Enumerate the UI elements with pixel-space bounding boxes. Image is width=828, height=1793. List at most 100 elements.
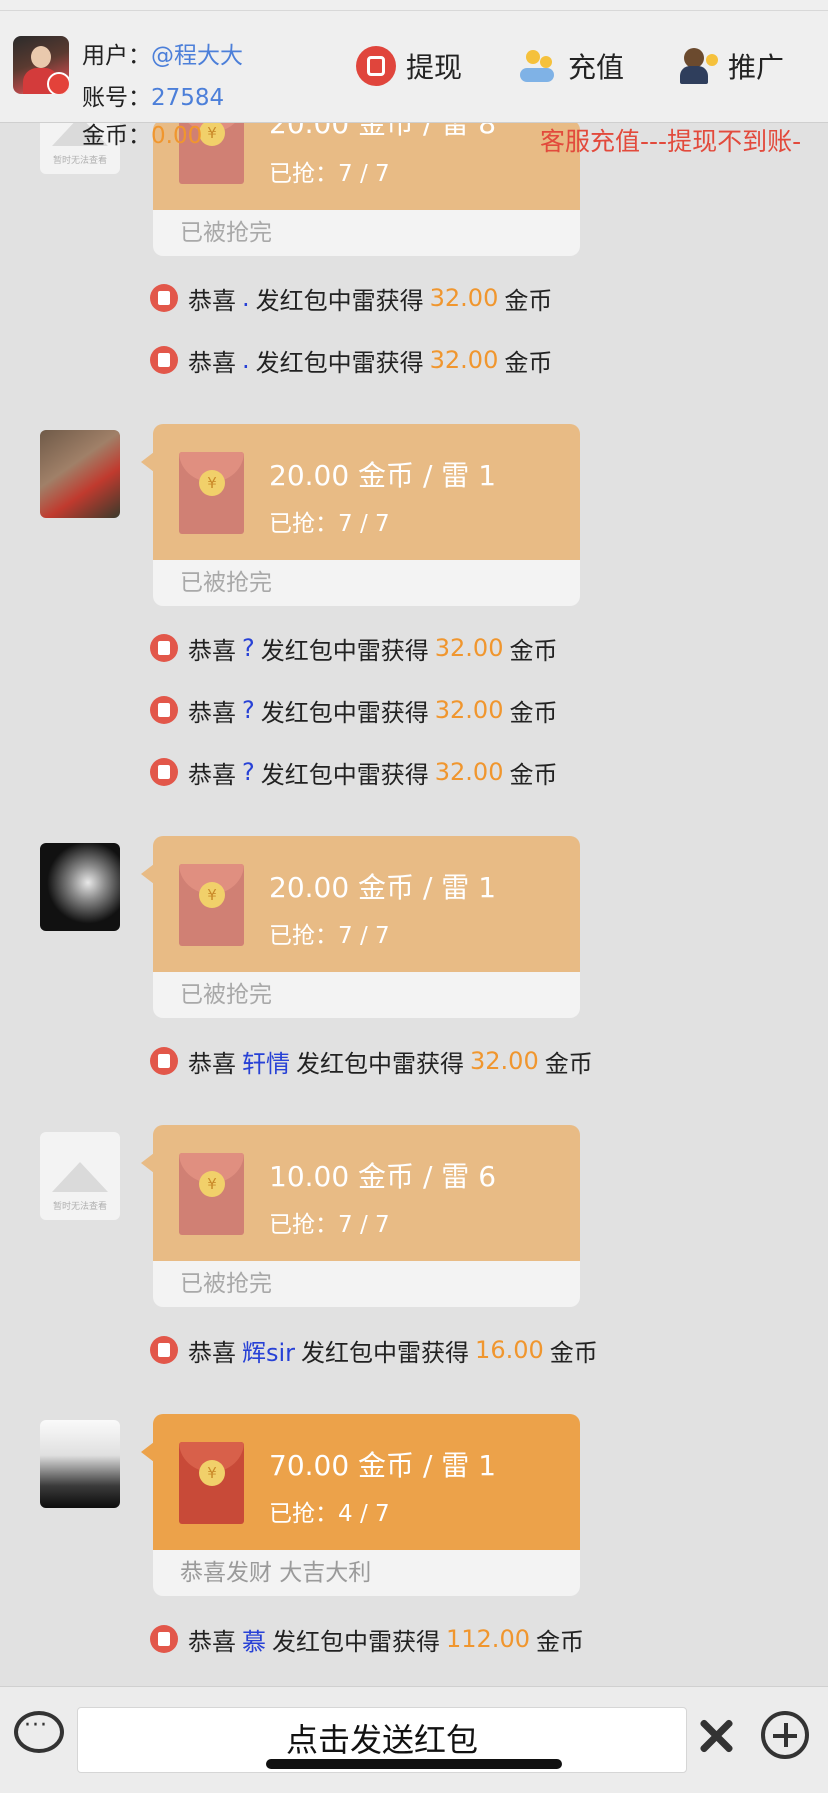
- app-header: 用户：@程大大 账号：27584 提现 充值 推广: [0, 0, 828, 123]
- packet-title: 70.00 金币 / 雷 1: [269, 1449, 497, 1482]
- packet-footer: 已被抢完: [153, 1261, 580, 1307]
- red-packet-card[interactable]: ¥ 70.00 金币 / 雷 1 已抢：4 / 7 恭喜发财 大吉大利: [153, 1414, 580, 1596]
- notice-text: 发红包中雷获得: [255, 286, 424, 315]
- red-envelope-icon: ¥: [179, 1153, 244, 1235]
- account-label: 账号：: [82, 85, 151, 111]
- notice-text: 发红包中雷获得: [255, 348, 424, 377]
- red-packet-icon: [150, 696, 178, 724]
- notice-marquee: 客服充值---提现不到账-: [540, 127, 802, 156]
- packet-footer: 已被抢完: [153, 210, 580, 256]
- top-divider: [0, 10, 828, 11]
- notice-prefix: 恭喜: [188, 760, 236, 789]
- notice-unit: 金币: [544, 1049, 593, 1078]
- notice-text: 发红包中雷获得: [260, 636, 429, 665]
- promote-icon: [678, 46, 718, 86]
- withdraw-icon: [356, 46, 396, 86]
- notice-prefix: 恭喜: [188, 286, 236, 315]
- packet-grabbed: 已抢：4 / 7: [269, 1501, 390, 1527]
- coins-line: 金币：0.00: [82, 116, 202, 150]
- win-notice: 恭喜? 发红包中雷获得 32.00 金币: [150, 632, 557, 665]
- win-notice: 恭喜 轩情 发红包中雷获得 32.00 金币: [150, 1045, 593, 1078]
- user-avatar[interactable]: [13, 36, 69, 94]
- user-line: 用户：@程大大: [82, 36, 243, 70]
- notice-unit: 金币: [535, 1627, 584, 1656]
- avatar-placeholder-text: 暂时无法查看: [52, 156, 107, 166]
- win-notice: 恭喜. 发红包中雷获得 32.00 金币: [150, 344, 553, 377]
- account-value: 27584: [151, 85, 225, 111]
- notice-user: ?: [242, 758, 255, 786]
- notice-text: 发红包中雷获得: [260, 698, 429, 727]
- add-icon[interactable]: [761, 1711, 809, 1759]
- sender-avatar[interactable]: [40, 1420, 120, 1508]
- red-packet-icon: [150, 634, 178, 662]
- sender-avatar[interactable]: 暂时无法查看: [40, 1132, 120, 1220]
- win-notice: 恭喜? 发红包中雷获得 32.00 金币: [150, 756, 558, 789]
- packet-footer: 已被抢完: [153, 560, 580, 606]
- red-packet-card[interactable]: ¥ 20.00 金币 / 雷 1 已抢：7 / 7 已被抢完: [153, 424, 580, 606]
- notice-prefix: 恭喜: [188, 1338, 236, 1367]
- packet-grabbed: 已抢：7 / 7: [269, 923, 390, 949]
- notice-unit: 金币: [509, 760, 558, 789]
- red-packet-icon: [150, 284, 178, 312]
- red-envelope-icon: ¥: [179, 1442, 244, 1524]
- red-packet-card[interactable]: ¥ 20.00 金币 / 雷 8 已抢：7 / 7 已被抢完: [153, 120, 580, 256]
- packet-title: 20.00 金币 / 雷 8: [269, 120, 497, 140]
- chat-bubble-icon[interactable]: [14, 1711, 64, 1753]
- notice-prefix: 恭喜: [188, 698, 236, 727]
- notice-text: 发红包中雷获得: [272, 1627, 440, 1656]
- notice-amount: 32.00: [434, 634, 504, 662]
- red-packet-icon: [150, 1336, 178, 1364]
- bottom-toolbar: 点击发送红包: [0, 1686, 828, 1793]
- withdraw-button[interactable]: 提现: [356, 42, 462, 90]
- red-packet-card[interactable]: ¥ 10.00 金币 / 雷 6 已抢：7 / 7 已被抢完: [153, 1125, 580, 1307]
- notice-amount: 112.00: [446, 1625, 530, 1653]
- user-label: 用户：: [82, 43, 151, 69]
- notice-user: 轩情: [242, 1049, 290, 1078]
- red-packet-icon: [150, 346, 178, 374]
- notice-amount: 32.00: [434, 758, 504, 786]
- notice-unit: 金币: [504, 286, 553, 315]
- notice-unit: 金币: [549, 1338, 598, 1367]
- account-line: 账号：27584: [82, 78, 224, 112]
- win-notice: 恭喜. 发红包中雷获得 32.00 金币: [150, 282, 553, 315]
- notice-user: ?: [242, 634, 255, 662]
- sender-avatar[interactable]: [40, 430, 120, 518]
- packet-title: 20.00 金币 / 雷 1: [269, 871, 497, 904]
- notice-amount: 16.00: [475, 1336, 544, 1364]
- red-packet-card[interactable]: ¥ 20.00 金币 / 雷 1 已抢：7 / 7 已被抢完: [153, 836, 580, 1018]
- red-envelope-icon: ¥: [179, 452, 244, 534]
- notice-user: 辉sir: [242, 1338, 296, 1367]
- win-notice: 恭喜? 发红包中雷获得 32.00 金币: [150, 694, 558, 727]
- notice-text: 发红包中雷获得: [296, 1049, 464, 1078]
- recharge-button[interactable]: 充值: [518, 42, 624, 90]
- recharge-label: 充值: [568, 51, 625, 84]
- notice-unit: 金币: [509, 698, 558, 727]
- red-packet-icon: [150, 758, 178, 786]
- notice-user: ?: [242, 696, 255, 724]
- notice-user: 慕: [242, 1627, 266, 1656]
- notice-amount: 32.00: [434, 696, 504, 724]
- packet-title: 10.00 金币 / 雷 6: [269, 1160, 497, 1193]
- tools-icon[interactable]: [697, 1715, 737, 1755]
- sender-avatar[interactable]: [40, 843, 120, 931]
- recharge-icon: [518, 46, 558, 86]
- notice-prefix: 恭喜: [188, 1627, 236, 1656]
- avatar-placeholder-text: 暂时无法查看: [52, 1202, 107, 1212]
- withdraw-label: 提现: [406, 51, 463, 84]
- coins-label: 金币：: [82, 123, 151, 149]
- notice-prefix: 恭喜: [188, 1049, 236, 1078]
- notice-text: 发红包中雷获得: [301, 1338, 470, 1367]
- packet-greeting: 恭喜发财 大吉大利: [153, 1550, 580, 1596]
- red-packet-icon: [150, 1625, 178, 1653]
- notice-user: .: [242, 346, 250, 374]
- packet-grabbed: 已抢：7 / 7: [269, 511, 390, 537]
- notice-user: .: [242, 284, 250, 312]
- packet-title: 20.00 金币 / 雷 1: [269, 459, 497, 492]
- notice-unit: 金币: [504, 348, 553, 377]
- user-value: @程大大: [151, 43, 243, 69]
- promote-button[interactable]: 推广: [678, 42, 784, 90]
- win-notice: 恭喜 辉sir 发红包中雷获得 16.00 金币: [150, 1334, 598, 1367]
- packet-footer: 已被抢完: [153, 972, 580, 1018]
- promote-label: 推广: [728, 51, 785, 84]
- home-indicator: [266, 1759, 562, 1769]
